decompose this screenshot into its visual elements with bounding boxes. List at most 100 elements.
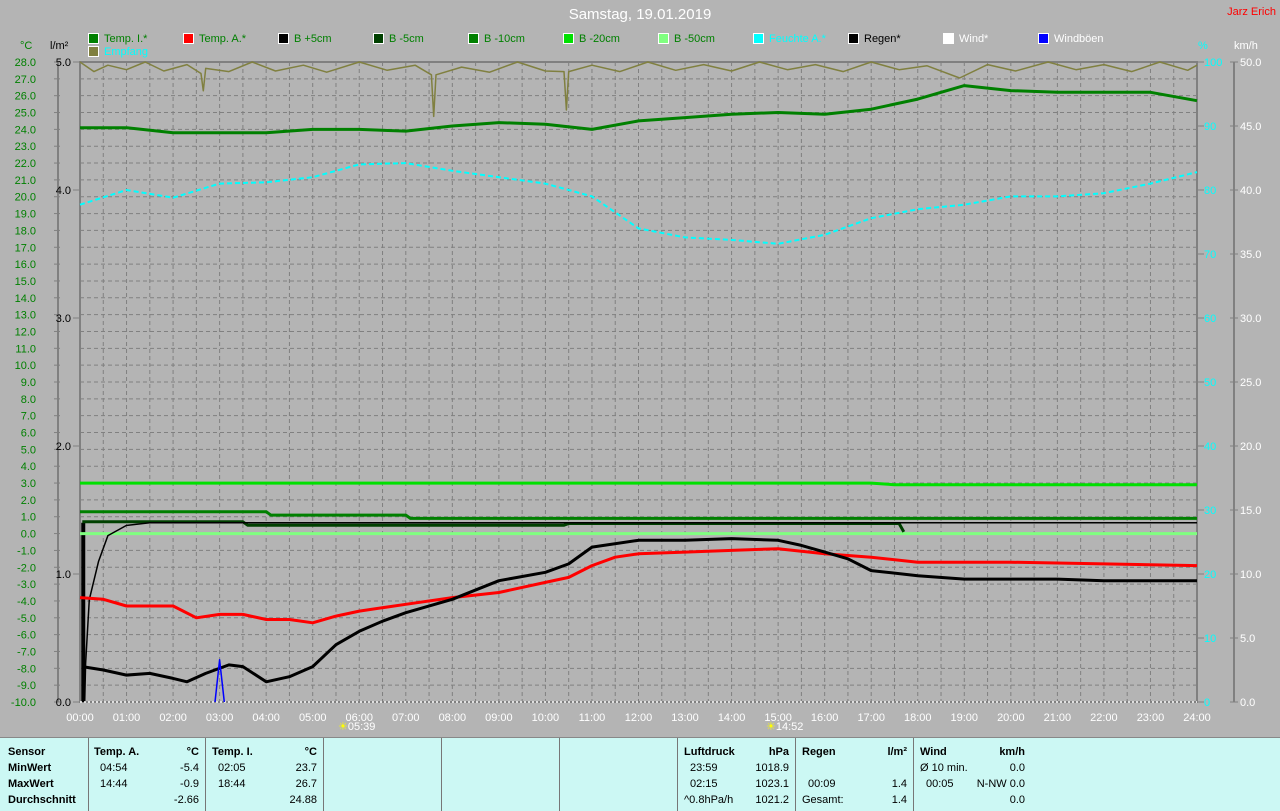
temp-i-unit: °C xyxy=(304,746,317,758)
celsius-tick-label: 14.0 xyxy=(15,293,36,305)
legend-label: B -5cm xyxy=(389,32,424,45)
legend-swatch xyxy=(373,33,384,44)
x-tick-label: 24:00 xyxy=(1183,712,1211,724)
celsius-tick-label: 6.0 xyxy=(21,428,36,440)
stats-panel: Sensor MinWert MaxWert Durchschnitt Temp… xyxy=(0,737,1280,811)
rain-tick-label: 1.0 xyxy=(56,569,71,581)
legend-item: Wind* xyxy=(943,32,988,45)
series-line-b-20cm xyxy=(80,481,1197,487)
celsius-tick-label: 16.0 xyxy=(15,259,36,271)
legend-swatch xyxy=(753,33,764,44)
legend-label: B -20cm xyxy=(579,32,620,45)
celsius-tick-label: 18.0 xyxy=(15,225,36,237)
celsius-tick-label: 27.0 xyxy=(15,74,36,86)
wind-tick-label: 35.0 xyxy=(1240,249,1261,261)
legend-item: B -5cm xyxy=(373,32,424,45)
percent-tick-label: 60 xyxy=(1204,313,1216,325)
percent-axis-unit: % xyxy=(1198,40,1208,52)
legend-swatch xyxy=(658,33,669,44)
legend-item: Temp. I.* xyxy=(88,32,147,45)
celsius-tick-label: 22.0 xyxy=(15,158,36,170)
legend-item: Regen* xyxy=(848,32,901,45)
celsius-tick-label: 4.0 xyxy=(21,461,36,473)
legend-label: Empfang xyxy=(104,45,149,58)
pressure-avg: 1021.2 xyxy=(755,794,789,806)
celsius-tick-label: 21.0 xyxy=(15,175,36,187)
legend-item: Feuchte A.* xyxy=(753,32,826,45)
percent-tick-label: 90 xyxy=(1204,121,1216,133)
stats-col-pressure: Luftdruck hPa 23:59 1018.9 02:15 1023.1 … xyxy=(678,738,796,811)
percent-tick-label: 10 xyxy=(1204,633,1216,645)
percent-tick-label: 100 xyxy=(1204,57,1222,69)
row-label-sensor: Sensor xyxy=(8,746,46,758)
rain-tick-label: 3.0 xyxy=(56,313,71,325)
x-tick-label: 23:00 xyxy=(1137,712,1165,724)
percent-tick-label: 30 xyxy=(1204,505,1216,517)
rain-unit: l/m² xyxy=(887,746,907,758)
legend-label: Windböen xyxy=(1054,32,1104,45)
legend-label: B -10cm xyxy=(484,32,525,45)
x-tick-label: 19:00 xyxy=(951,712,979,724)
plot-frame xyxy=(79,61,1198,703)
wind-header: Wind xyxy=(920,746,947,758)
temp-i-max-time: 18:44 xyxy=(218,778,246,790)
legend-item: Windböen xyxy=(1038,32,1104,45)
wind-tick-label: 25.0 xyxy=(1240,377,1261,389)
rain-tick-label: 0.0 xyxy=(56,697,71,709)
x-tick-label: 07:00 xyxy=(392,712,420,724)
wind-tick-label: 30.0 xyxy=(1240,313,1261,325)
wind-tick-label: 50.0 xyxy=(1240,57,1261,69)
celsius-tick-label: 25.0 xyxy=(15,108,36,120)
legend-swatch xyxy=(278,33,289,44)
temp-a-min: -5.4 xyxy=(180,762,199,774)
stats-col-empty-2 xyxy=(442,738,560,811)
sunset-marker: ☀14:52 xyxy=(766,720,803,733)
stats-col-temp-i: Temp. I. °C 02:05 23.7 18:44 26.7 24.88 xyxy=(206,738,324,811)
rain-tick-label: 5.0 xyxy=(56,57,71,69)
legend-swatch xyxy=(183,33,194,44)
temp-i-header: Temp. I. xyxy=(212,746,253,758)
wind-max: N-NW 0.0 xyxy=(976,778,1025,790)
wind-total: 0.0 xyxy=(1009,794,1025,806)
legend-swatch xyxy=(943,33,954,44)
percent-tick-label: 40 xyxy=(1204,441,1216,453)
celsius-axis-unit: °C xyxy=(20,40,33,52)
legend-label: Regen* xyxy=(864,32,901,45)
rain-tick-label: 4.0 xyxy=(56,185,71,197)
wind-avg: 0.0 xyxy=(1009,762,1025,774)
pressure-header: Luftdruck xyxy=(684,746,735,758)
x-tick-label: 17:00 xyxy=(857,712,885,724)
stats-col-rain: Regen l/m² 00:09 1.4 Gesamt: 1.4 xyxy=(796,738,914,811)
x-tick-label: 02:00 xyxy=(159,712,187,724)
percent-tick-label: 0 xyxy=(1204,697,1210,709)
celsius-tick-label: 10.0 xyxy=(15,360,36,372)
x-tick-label: 04:00 xyxy=(252,712,280,724)
celsius-tick-label: -9.0 xyxy=(17,680,36,692)
pressure-trend: ^0.8hPa/h xyxy=(684,794,734,806)
celsius-tick-label: 20.0 xyxy=(15,192,36,204)
pressure-min-time: 23:59 xyxy=(690,762,718,774)
legend-label: Feuchte A.* xyxy=(769,32,826,45)
legend-swatch xyxy=(88,46,99,57)
celsius-tick-label: 2.0 xyxy=(21,495,36,507)
percent-tick-label: 70 xyxy=(1204,249,1216,261)
legend-item: B +5cm xyxy=(278,32,332,45)
celsius-tick-label: 23.0 xyxy=(15,141,36,153)
legend-item: Temp. A.* xyxy=(183,32,246,45)
stats-col-temp-a: Temp. A. °C 04:54 -5.4 14:44 -0.9 -2.66 xyxy=(88,738,206,811)
x-tick-label: 05:00 xyxy=(299,712,327,724)
x-tick-label: 21:00 xyxy=(1044,712,1072,724)
x-tick-label: 18:00 xyxy=(904,712,932,724)
sunrise-icon: ☀ xyxy=(338,721,348,733)
celsius-tick-label: 17.0 xyxy=(15,242,36,254)
legend-item: B -10cm xyxy=(468,32,525,45)
row-label-max: MaxWert xyxy=(8,778,54,790)
temp-a-unit: °C xyxy=(186,746,199,758)
x-tick-label: 20:00 xyxy=(997,712,1025,724)
x-tick-label: 13:00 xyxy=(671,712,699,724)
celsius-tick-label: 11.0 xyxy=(15,343,36,355)
temp-a-max-time: 14:44 xyxy=(100,778,128,790)
celsius-tick-label: 13.0 xyxy=(15,310,36,322)
wind-unit: km/h xyxy=(999,746,1025,758)
celsius-tick-label: 24.0 xyxy=(15,124,36,136)
